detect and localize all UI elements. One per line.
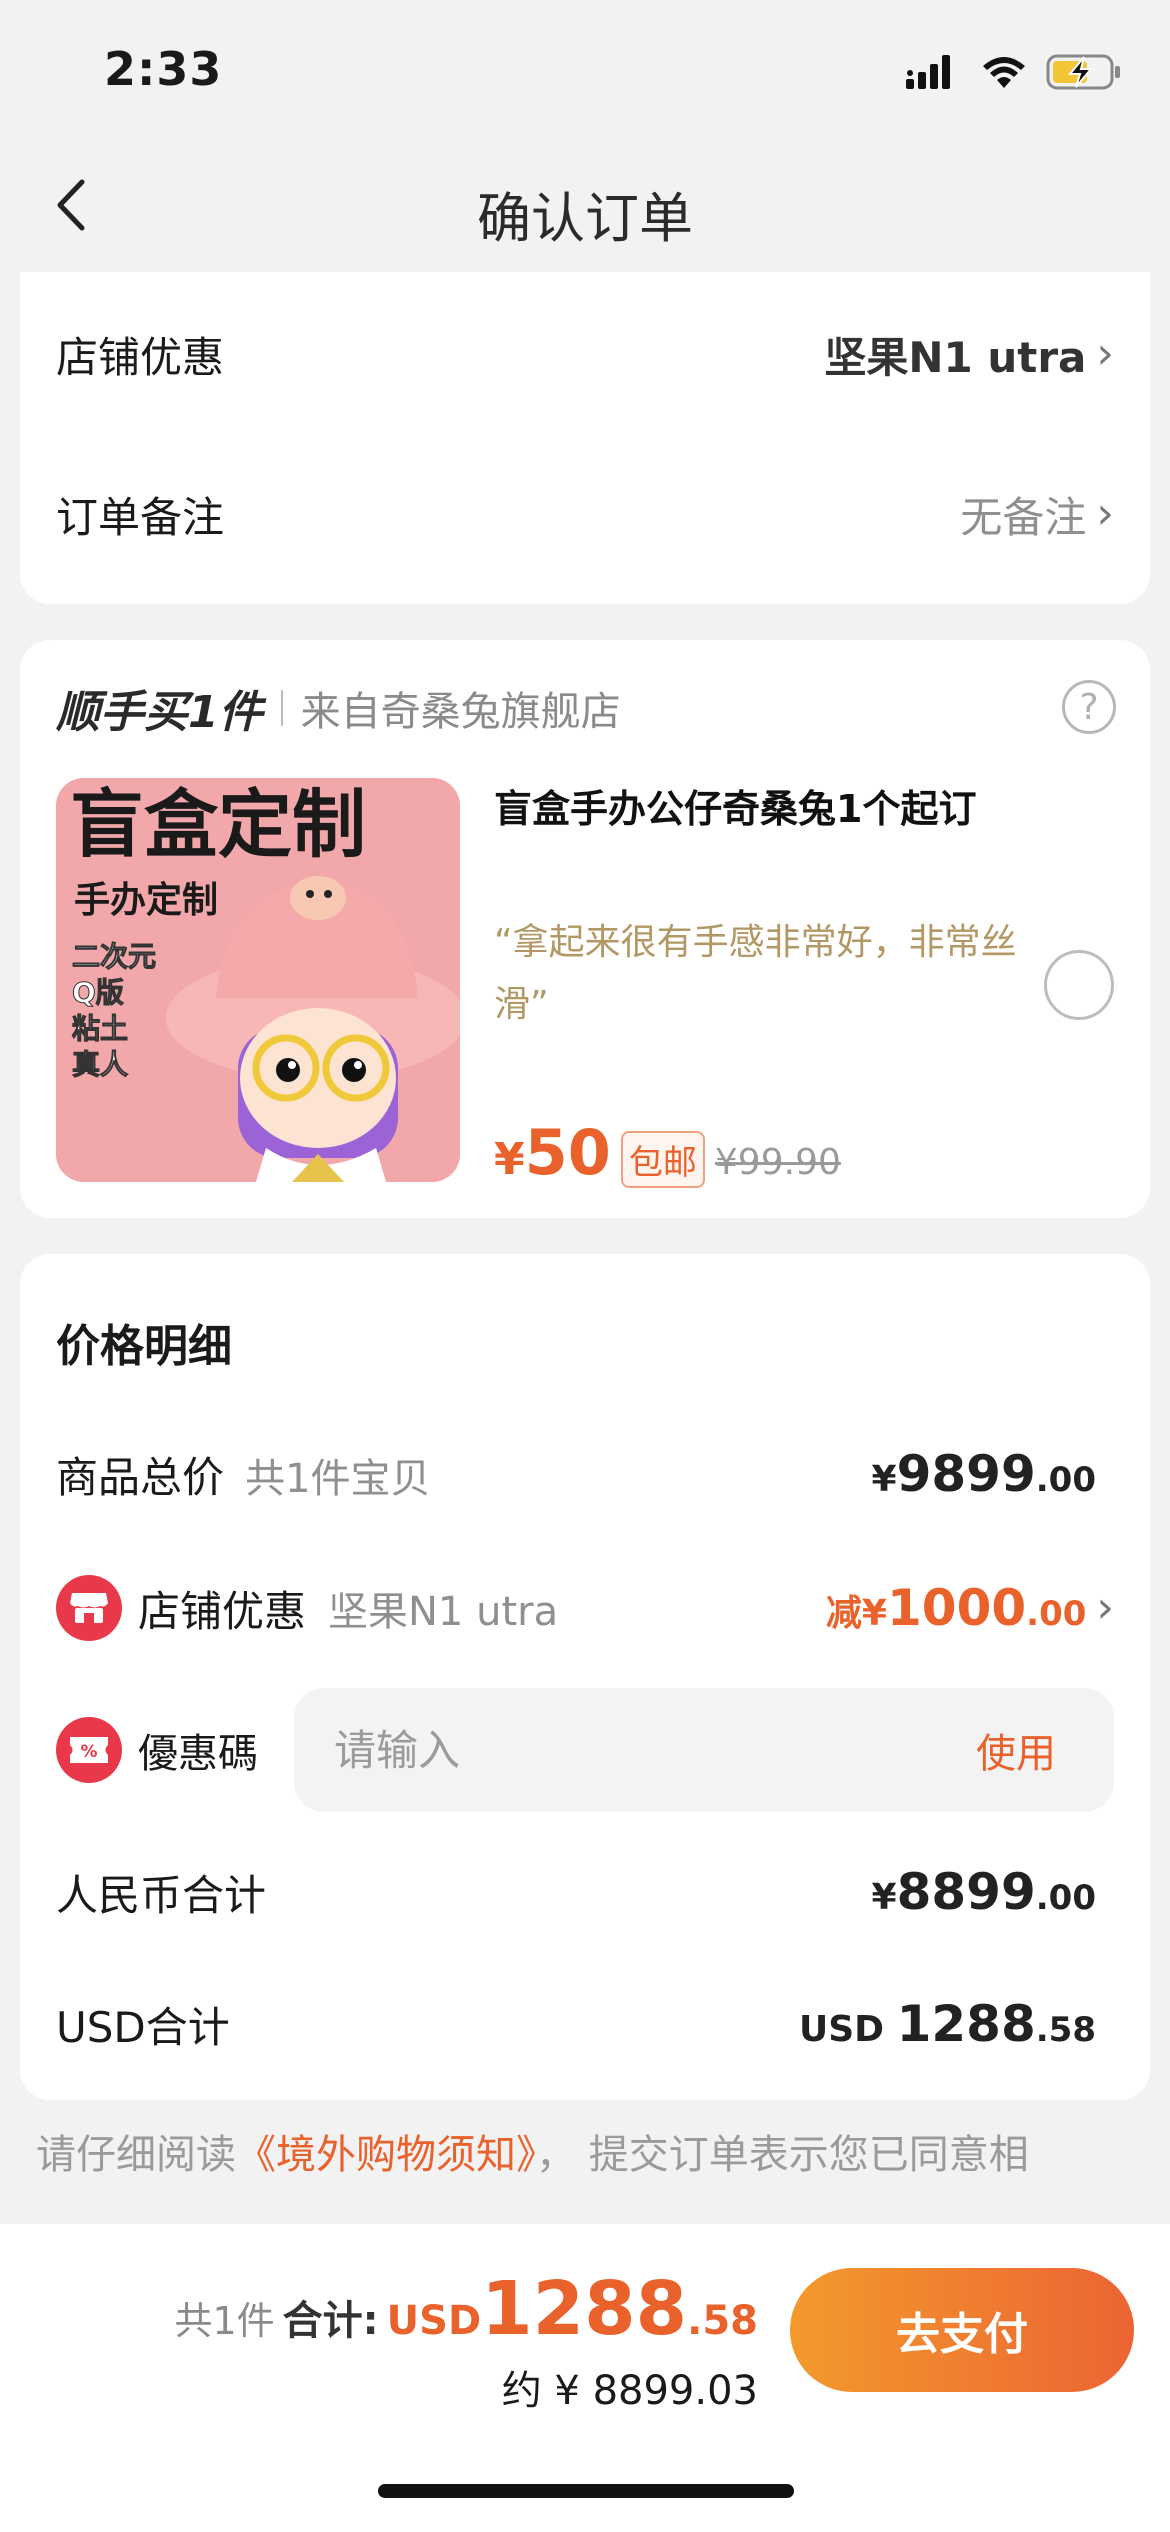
currency-code: USD <box>799 2009 897 2050</box>
order-note-value-wrap: 无备注 › <box>960 484 1114 545</box>
store-discount-value: 坚果N1 utra <box>824 332 1087 382</box>
usd-total-row: USD合计 USD 1288.58 <box>56 1984 1096 2064</box>
usd-total-amount: USD 1288.58 <box>799 1995 1096 2053</box>
checkout-bar: 共1件 合计: USD1288.58 约 ¥ 8899.03 去支付 <box>0 2224 1170 2532</box>
store-discount-detail-label: 店铺优惠 <box>138 1586 307 1636</box>
order-note-row[interactable]: 订单备注 无备注 › <box>56 472 1114 556</box>
nav-bar: 确认订单 <box>0 140 1170 270</box>
amount-integer: 1288 <box>896 1995 1036 2053</box>
amount-integer: 1000 <box>886 1579 1027 1637</box>
product-image-tag: 真人 <box>72 1048 128 1081</box>
signal-icon <box>906 55 950 89</box>
order-note-label: 订单备注 <box>56 492 225 542</box>
rmb-total-label: 人民币合计 <box>56 1870 267 1920</box>
item-count: 共1件 <box>174 2299 275 2343</box>
goods-total-row: 商品总价 共1件宝贝 ¥9899.00 <box>56 1434 1096 1514</box>
product-name[interactable]: 盲盒手办公仔奇桑兔1个起订 <box>494 778 976 833</box>
amount-decimal: .00 <box>1035 1460 1096 1500</box>
approx-rmb-total: 约 ¥ 8899.03 <box>501 2368 758 2414</box>
home-indicator <box>378 2484 794 2498</box>
amount-decimal: .58 <box>1035 2010 1096 2050</box>
coupon-input-box: 使用 <box>294 1688 1114 1812</box>
upsell-card: 顺手买1件 来自奇桑兔旗舰店 ? 盲盒定制 手办定制 二次元 Q版 粘土 真人 <box>20 640 1150 1218</box>
page-title: 确认订单 <box>477 187 693 250</box>
total-line: 共1件 合计: USD1288.58 <box>174 2266 758 2352</box>
upsell-store: 来自奇桑兔旗舰店 <box>300 689 621 735</box>
product-illustration: 盲盒定制 手办定制 二次元 Q版 粘土 真人 <box>56 778 460 1182</box>
chevron-right-icon: › <box>1096 328 1114 379</box>
svg-text:%: % <box>80 1742 97 1762</box>
chevron-right-icon: › <box>1096 488 1114 539</box>
chevron-right-icon: › <box>1096 1582 1114 1633</box>
store-discount-detail-amount-wrap: 减¥1000.00 › <box>826 1579 1114 1637</box>
goods-total-amount: ¥9899.00 <box>872 1445 1096 1503</box>
coupon-label-inner: % 優惠碼 <box>56 1717 258 1783</box>
help-icon[interactable]: ? <box>1062 680 1116 734</box>
status-icons <box>906 50 1122 94</box>
status-time: 2:33 <box>104 42 223 96</box>
store-discount-detail-label-wrap: 店铺优惠 坚果N1 utra <box>56 1575 558 1641</box>
apply-coupon-button[interactable]: 使用 <box>976 1721 1056 1779</box>
notice-suffix: ， 提交订单表示您已同意相 <box>536 2132 1029 2178</box>
battery-charging-icon <box>1046 54 1120 90</box>
currency-symbol: ¥ <box>871 1877 897 1918</box>
currency-symbol: ¥ <box>871 1459 897 1500</box>
amount-decimal: .00 <box>1026 1594 1087 1634</box>
store-discount-detail-row[interactable]: 店铺优惠 坚果N1 utra 减¥1000.00 › <box>56 1568 1114 1648</box>
amount-integer: 8899 <box>896 1863 1036 1921</box>
rmb-total-amount: ¥8899.00 <box>872 1863 1096 1921</box>
upsell-header: 顺手买1件 来自奇桑兔旗舰店 <box>56 676 621 740</box>
store-discount-label: 店铺优惠 <box>56 332 225 382</box>
coupon-label: 優惠碼 <box>138 1731 258 1777</box>
amount-decimal: .58 <box>687 2298 758 2344</box>
store-discount-detail-amount: 减¥1000.00 <box>826 1579 1086 1637</box>
order-note-value: 无备注 <box>960 492 1087 542</box>
upsell-title: 顺手买1件 <box>56 687 263 738</box>
store-discount-detail-note: 坚果N1 utra <box>328 1589 559 1635</box>
price-value: 50 <box>524 1116 611 1189</box>
product-image-tag: Q版 <box>72 976 124 1009</box>
notice-prefix: 请仔细阅读 <box>36 2132 236 2178</box>
shopping-notice: 请仔细阅读《境外购物须知》， 提交订单表示您已同意相 <box>36 2122 1029 2180</box>
pay-button[interactable]: 去支付 <box>790 2268 1134 2392</box>
order-options-card: 店铺优惠 坚果N1 utra › 订单备注 无备注 › <box>20 272 1150 604</box>
rmb-total-row: 人民币合计 ¥8899.00 <box>56 1852 1096 1932</box>
wifi-icon <box>983 57 1025 88</box>
product-price: ¥50 <box>494 1116 611 1189</box>
store-discount-value-wrap: 坚果N1 utra › <box>824 324 1114 385</box>
amount-integer: 1288 <box>481 2266 688 2352</box>
total-block: 共1件 合计: USD1288.58 约 ¥ 8899.03 <box>174 2266 758 2416</box>
product-image-sub: 手办定制 <box>74 880 218 921</box>
price-details-title: 价格明细 <box>56 1321 232 1372</box>
product-image-tag: 二次元 <box>72 940 156 973</box>
product-review: “拿起来很有手感非常好，非常丝滑” <box>494 922 1017 1025</box>
product-image[interactable]: 盲盒定制 手办定制 二次元 Q版 粘土 真人 <box>56 778 460 1182</box>
amount-integer: 9899 <box>896 1445 1036 1503</box>
store-icon <box>56 1575 122 1641</box>
coupon-icon: % <box>56 1717 122 1783</box>
status-bar: 2:33 <box>0 0 1170 140</box>
price-details-card: 价格明细 商品总价 共1件宝贝 ¥9899.00 店铺优惠 坚果N1 utra … <box>20 1254 1150 2100</box>
free-shipping-badge: 包邮 <box>620 1131 705 1188</box>
product-image-tag: 粘土 <box>72 1012 128 1045</box>
goods-total-note: 共1件宝贝 <box>245 1455 431 1502</box>
coupon-label-wrap: % 優惠碼 <box>56 1710 258 1790</box>
divider <box>280 690 283 726</box>
coupon-input[interactable] <box>334 1725 834 1775</box>
goods-total-label: 商品总价 <box>56 1452 225 1502</box>
store-discount-row[interactable]: 店铺优惠 坚果N1 utra › <box>56 312 1114 396</box>
total-amount: USD1288.58 <box>387 2266 758 2352</box>
overseas-shopping-notice-link[interactable]: 《境外购物须知》 <box>236 2132 536 2178</box>
original-price: ¥99.90 <box>714 1142 841 1183</box>
product-image-headline: 盲盒定制 <box>70 782 366 868</box>
goods-total-label-wrap: 商品总价 共1件宝贝 <box>56 1444 431 1505</box>
product-price-row: ¥50 包邮 ¥99.90 <box>494 1116 841 1189</box>
total-label: 合计: <box>282 2298 379 2344</box>
radio-unchecked-icon[interactable] <box>1044 950 1114 1020</box>
price-currency: ¥ <box>494 1134 525 1185</box>
discount-prefix: 减¥ <box>825 1593 887 1634</box>
currency-code: USD <box>386 2298 482 2344</box>
amount-decimal: .00 <box>1035 1878 1096 1918</box>
usd-total-label: USD合计 <box>56 2002 230 2052</box>
